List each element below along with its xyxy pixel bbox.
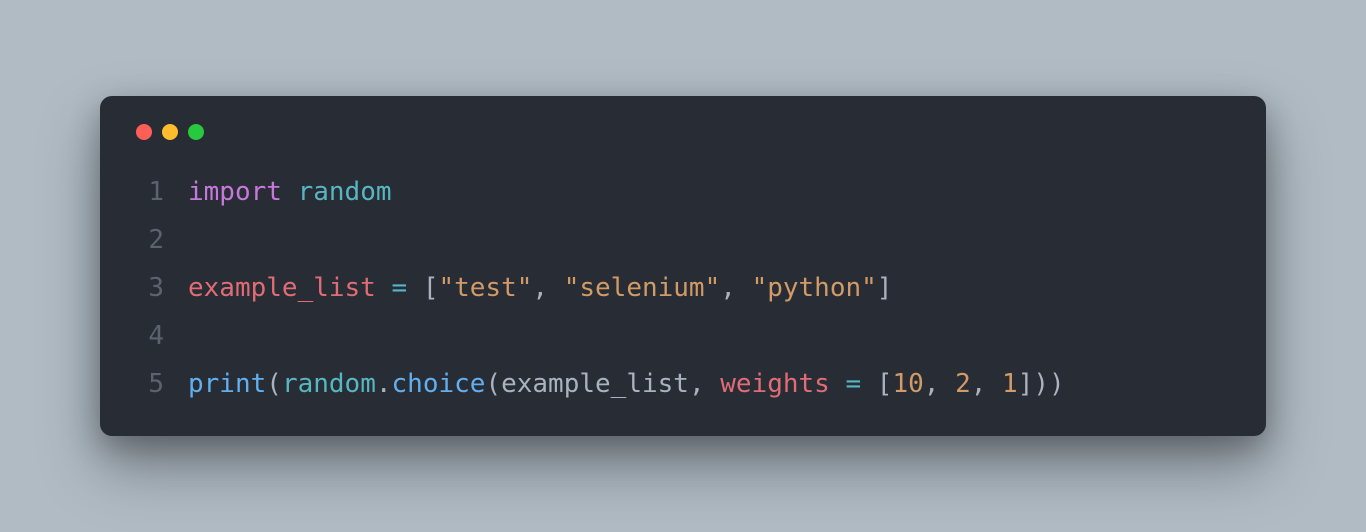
code-line: 5 print(random.choice(example_list, weig… <box>132 360 1234 408</box>
line-number: 4 <box>132 312 164 360</box>
code-content: print(random.choice(example_list, weight… <box>188 360 1065 408</box>
code-line: 4 <box>132 312 1234 360</box>
code-line: 3 example_list = ["test", "selenium", "p… <box>132 264 1234 312</box>
line-number: 2 <box>132 216 164 264</box>
code-line: 2 <box>132 216 1234 264</box>
code-content: import random <box>188 168 392 216</box>
line-number: 3 <box>132 264 164 312</box>
code-line: 1 import random <box>132 168 1234 216</box>
close-icon[interactable] <box>136 124 152 140</box>
code-editor-window: 1 import random 2 3 example_list = ["tes… <box>100 96 1266 436</box>
line-number: 5 <box>132 360 164 408</box>
line-number: 1 <box>132 168 164 216</box>
code-content: example_list = ["test", "selenium", "pyt… <box>188 264 892 312</box>
minimize-icon[interactable] <box>162 124 178 140</box>
window-controls <box>132 124 1234 140</box>
maximize-icon[interactable] <box>188 124 204 140</box>
code-area[interactable]: 1 import random 2 3 example_list = ["tes… <box>132 168 1234 408</box>
